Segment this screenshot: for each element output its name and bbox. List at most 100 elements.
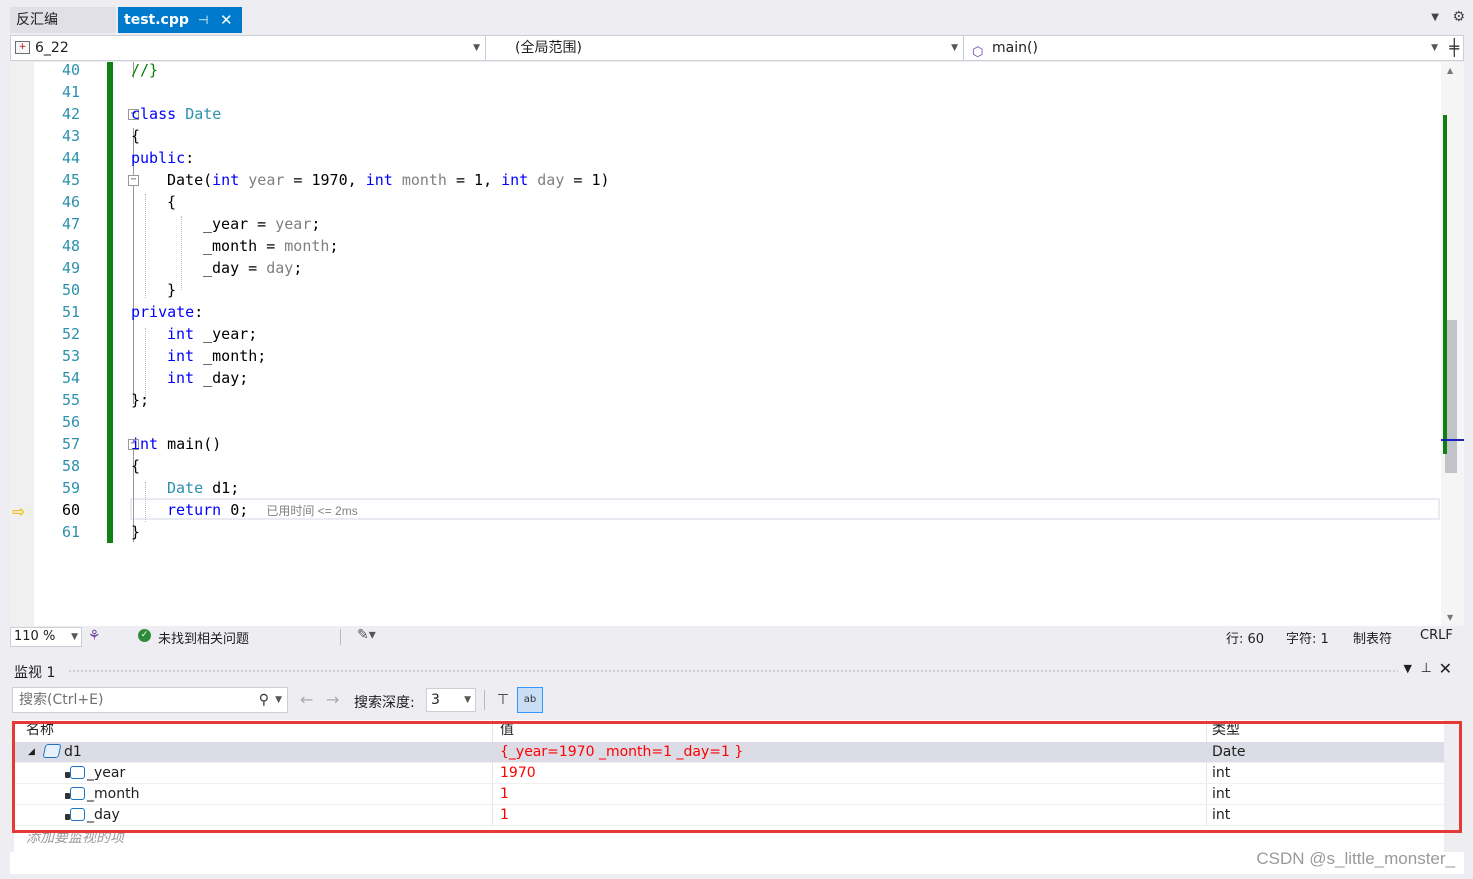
code-editor[interactable]: ⇨ 40 41 42 43 44 45 46 47 48 49 50 51 52 53 54 55 56 57 58…: [10, 59, 1464, 626]
watch-name-cell: _day: [65, 805, 120, 826]
chevron-down-icon[interactable]: ▼: [275, 688, 282, 712]
code-line-48[interactable]: _month = month;: [203, 235, 338, 257]
pin-icon[interactable]: ⊣: [198, 7, 208, 33]
gear-icon[interactable]: ⚙: [1452, 9, 1465, 25]
tab-overflow-chevron-icon[interactable]: ▼: [1431, 12, 1439, 23]
tabs-indicator[interactable]: 制表符: [1353, 628, 1392, 647]
code-text: }: [131, 523, 141, 541]
code-line-61[interactable]: }: [131, 521, 140, 543]
scroll-down-icon[interactable]: ▼: [1447, 613, 1453, 622]
search-depth-label: 搜索深度:: [354, 695, 415, 711]
code-cleanup-brush-icon[interactable]: ✎▾: [357, 627, 376, 643]
watch-value-cell[interactable]: 1: [500, 784, 509, 805]
code-line-60[interactable]: return 0; 已用时间 <= 2ms: [167, 499, 358, 521]
watch-name: d1: [64, 744, 82, 760]
issues-status[interactable]: 未找到相关问题: [158, 628, 249, 647]
code-line-57[interactable]: int main(): [131, 433, 221, 455]
window-menu-chevron-icon[interactable]: ▼: [1404, 662, 1412, 675]
line-number: 56: [61, 413, 80, 431]
parameter: day: [266, 259, 294, 277]
column-header-name[interactable]: 名称: [26, 720, 54, 740]
tab-test-cpp-label: test.cpp: [124, 12, 189, 28]
code-text: = 1): [564, 171, 610, 189]
table-row[interactable]: _year 1970 int: [14, 763, 1444, 784]
tab-disassembly[interactable]: 反汇编: [10, 7, 116, 33]
split-editor-icon[interactable]: ╪: [1449, 38, 1459, 57]
project-dropdown[interactable]: + 6_22 ▼: [11, 36, 486, 60]
function-dropdown[interactable]: ⬡ main() ▼: [967, 36, 1443, 60]
table-row[interactable]: _day 1 int: [14, 805, 1444, 826]
code-line-43[interactable]: {: [131, 125, 140, 147]
line-number: 52: [61, 325, 80, 343]
tab-test-cpp[interactable]: test.cpp ⊣ ✕: [118, 7, 242, 33]
intellicode-icon[interactable]: ⚘: [88, 628, 101, 644]
code-line-59[interactable]: Date d1;: [167, 477, 239, 499]
keyword: int: [167, 369, 195, 387]
code-text: _month =: [203, 237, 285, 255]
code-text: ;: [293, 259, 303, 277]
code-line-45[interactable]: Date(int year = 1970, int month = 1, int…: [167, 169, 610, 191]
scroll-up-icon[interactable]: ▲: [1447, 66, 1453, 75]
code-line-40[interactable]: //}: [131, 59, 158, 81]
code-line-50[interactable]: }: [167, 279, 176, 301]
close-icon[interactable]: ✕: [220, 7, 233, 33]
code-text: _day;: [194, 369, 249, 387]
char-indicator[interactable]: 字符: 1: [1286, 628, 1329, 647]
pin-source-icon[interactable]: ⊤: [492, 688, 514, 712]
search-icon[interactable]: ⚲: [259, 688, 269, 712]
column-header-value[interactable]: 值: [500, 720, 514, 740]
arrow-right-icon[interactable]: →: [326, 690, 339, 709]
zoom-dropdown[interactable]: 110 % ▼: [10, 627, 82, 647]
expand-triangle-icon[interactable]: ◢: [28, 742, 35, 763]
code-text: {: [131, 457, 141, 475]
line-ending-indicator[interactable]: CRLF: [1420, 628, 1453, 643]
arrow-left-icon[interactable]: ←: [300, 690, 313, 709]
indicator-margin[interactable]: [10, 62, 34, 626]
search-depth-dropdown[interactable]: 3 ▼: [426, 688, 476, 712]
table-row[interactable]: _month 1 int: [14, 784, 1444, 805]
fold-toggle[interactable]: −: [128, 175, 139, 186]
scope-dropdown[interactable]: (全局范围) ▼: [489, 36, 964, 60]
scrollbar-caret-marker: [1441, 439, 1464, 441]
keyword: int: [212, 171, 240, 189]
code-line-51[interactable]: private:: [131, 301, 203, 323]
line-number: 41: [61, 83, 80, 101]
watch-value-cell[interactable]: 1970: [500, 763, 536, 784]
watch-name: _day: [87, 807, 120, 823]
code-line-54[interactable]: int _day;: [167, 367, 248, 389]
code-text: main(): [158, 435, 222, 453]
editor-vertical-scrollbar[interactable]: ▲ ▼: [1441, 62, 1464, 626]
watch-value-cell[interactable]: {_year=1970 _month=1 _day=1 }: [500, 742, 743, 763]
watch-search-input[interactable]: 搜索(Ctrl+E) ⚲ ▼: [12, 687, 288, 713]
watch-value-cell[interactable]: 1: [500, 805, 509, 826]
code-line-42[interactable]: class Date: [131, 103, 221, 125]
code-line-44[interactable]: public:: [131, 147, 194, 169]
line-number: 54: [61, 369, 80, 387]
table-row[interactable]: ◢ d1 {_year=1970 _month=1 _day=1 } Date: [14, 742, 1444, 763]
navigation-bar: + 6_22 ▼ (全局范围) ▼ ⬡ main() ▼ ╪: [10, 35, 1464, 61]
scope-guide: [133, 128, 134, 404]
project-dropdown-value: 6_22: [35, 40, 69, 56]
close-icon[interactable]: ✕: [1439, 659, 1452, 678]
code-line-55[interactable]: };: [131, 389, 149, 411]
parameter: year: [275, 215, 312, 233]
private-field-icon: [65, 808, 85, 821]
check-circle-icon: ✓: [138, 629, 151, 642]
code-line-58[interactable]: {: [131, 455, 140, 477]
add-watch-item-placeholder[interactable]: 添加要监视的项: [26, 827, 124, 847]
code-line-49[interactable]: _day = day;: [203, 257, 302, 279]
column-header-type[interactable]: 类型: [1212, 720, 1240, 740]
code-line-47[interactable]: _year = year;: [203, 213, 320, 235]
type-name: Date: [167, 479, 204, 497]
drag-grip[interactable]: [68, 669, 1398, 674]
line-number: 47: [61, 215, 80, 233]
code-line-52[interactable]: int _year;: [167, 323, 257, 345]
hex-display-toggle-icon[interactable]: ab: [517, 687, 543, 713]
pin-icon[interactable]: ⊥: [1421, 661, 1432, 676]
chevron-down-icon: ▼: [464, 695, 471, 705]
code-line-46[interactable]: {: [167, 191, 176, 213]
line-number: 55: [61, 391, 80, 409]
line-indicator[interactable]: 行: 60: [1226, 628, 1264, 647]
watch-table[interactable]: 名称 值 类型 ◢ d1 {_year=1970 _month=1 _day=1…: [14, 720, 1444, 865]
code-line-53[interactable]: int _month;: [167, 345, 266, 367]
